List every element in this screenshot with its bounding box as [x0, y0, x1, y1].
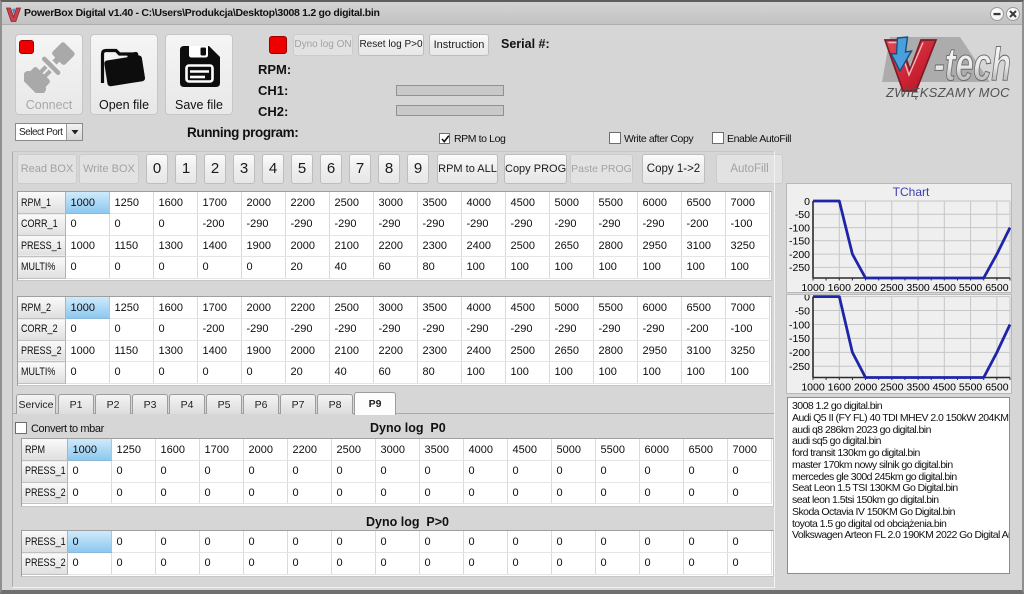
svg-text:1600: 1600	[828, 382, 852, 393]
svg-text:3500: 3500	[906, 382, 930, 393]
svg-text:-50: -50	[795, 209, 810, 221]
svg-text:1000: 1000	[801, 282, 825, 292]
svg-text:6500: 6500	[985, 282, 1009, 292]
svg-text:-100: -100	[789, 319, 810, 331]
svg-text:6500: 6500	[985, 382, 1009, 393]
svg-text:0: 0	[804, 295, 810, 303]
svg-text:-tech: -tech	[934, 38, 1011, 90]
svg-text:2000: 2000	[854, 282, 878, 292]
svg-text:3500: 3500	[906, 282, 930, 292]
svg-text:5500: 5500	[959, 282, 983, 292]
svg-text:-200: -200	[789, 249, 810, 261]
svg-text:-150: -150	[789, 236, 810, 248]
svg-text:-250: -250	[789, 361, 810, 373]
svg-text:-100: -100	[789, 222, 810, 234]
svg-text:1600: 1600	[828, 282, 852, 292]
svg-text:0: 0	[804, 196, 810, 208]
svg-text:1000: 1000	[801, 382, 825, 393]
svg-text:2500: 2500	[880, 282, 904, 292]
svg-text:TChart: TChart	[893, 185, 930, 199]
svg-text:4500: 4500	[933, 382, 957, 393]
svg-text:4500: 4500	[933, 282, 957, 292]
svg-text:-50: -50	[795, 305, 810, 317]
svg-text:2000: 2000	[854, 382, 878, 393]
svg-text:2500: 2500	[880, 382, 904, 393]
svg-text:-250: -250	[789, 262, 810, 274]
svg-text:5500: 5500	[959, 382, 983, 393]
svg-text:-200: -200	[789, 347, 810, 359]
svg-text:-150: -150	[789, 333, 810, 345]
